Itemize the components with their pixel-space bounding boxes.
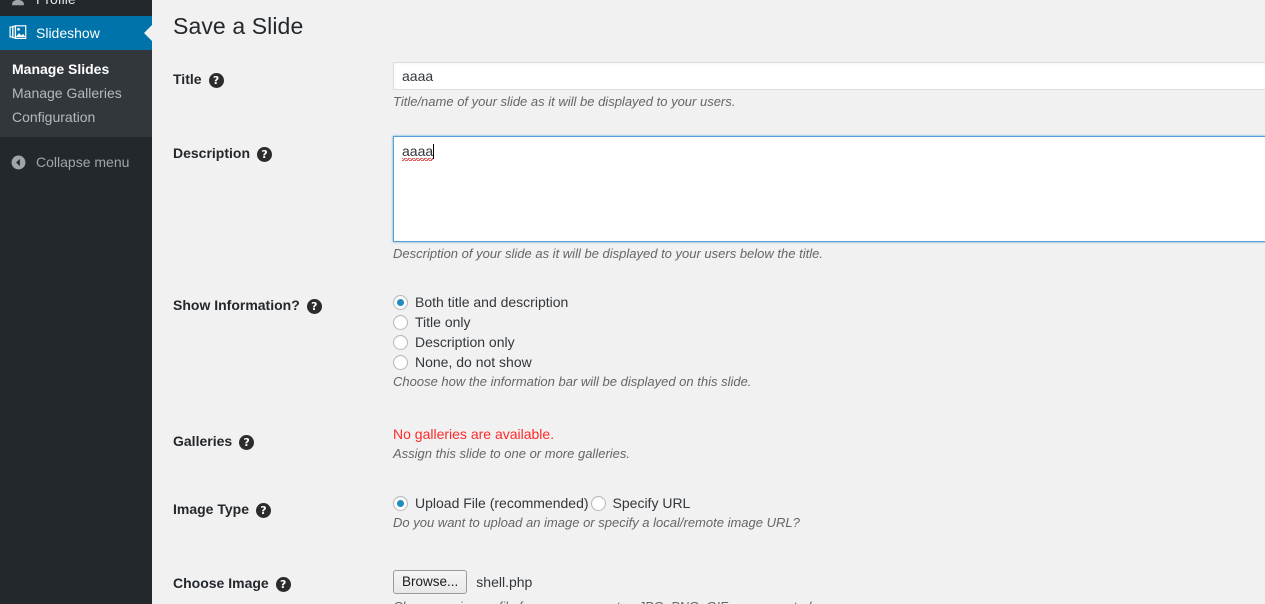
selected-file-name: shell.php [476, 574, 533, 590]
choose-image-description: Choose an image file from your computer.… [393, 598, 815, 604]
radio-specify-url-label: Specify URL [612, 495, 691, 511]
description-field-wrap: aaaa Description of your slide as it wil… [393, 136, 1265, 262]
title-description: Title/name of your slide as it will be d… [393, 94, 736, 109]
galleries-label-text: Galleries [173, 433, 233, 449]
help-icon[interactable]: ? [257, 146, 273, 162]
show-information-label: Show Information? ? [173, 296, 388, 314]
title-input[interactable]: aaaa [393, 62, 1265, 90]
collapse-menu-label: Collapse menu [36, 154, 130, 170]
page-title: Save a Slide [173, 13, 304, 39]
radio-none-input[interactable] [393, 354, 408, 370]
galleries-label: Galleries ? [173, 432, 388, 450]
sidebar-subitem-configuration[interactable]: Configuration [0, 105, 152, 129]
radio-none-label: None, do not show [415, 354, 532, 370]
description-textarea[interactable]: aaaa [393, 136, 1265, 242]
sidebar-item-profile[interactable]: Profile [0, 0, 152, 16]
radio-option-both[interactable]: Both title and description [393, 292, 751, 312]
image-type-options: Upload File (recommended) Specify URL Do… [393, 493, 800, 531]
help-icon[interactable]: ? [256, 502, 271, 518]
title-field-wrap: aaaa Title/name of your slide as it will… [393, 62, 1265, 110]
image-type-radio-group: Upload File (recommended) Specify URL [393, 493, 800, 513]
file-input-row[interactable]: Browse... shell.php [393, 570, 815, 594]
images-icon [0, 24, 36, 42]
help-icon[interactable]: ? [239, 434, 255, 450]
description-textarea-value: aaaa [402, 142, 435, 161]
radio-title-only-label: Title only [415, 314, 471, 330]
sidebar-submenu-slideshow: Manage Slides Manage Galleries Configura… [0, 50, 152, 137]
admin-sidebar: Dashboard Profile Slideshow [0, 0, 152, 604]
radio-both-input[interactable] [393, 294, 408, 310]
radio-upload-file-input[interactable] [393, 495, 408, 511]
galleries-error-message: No galleries are available. [393, 426, 555, 442]
galleries-field-wrap: No galleries are available. Assign this … [393, 425, 630, 462]
radio-option-description-only[interactable]: Description only [393, 332, 751, 352]
choose-image-label-text: Choose Image [173, 575, 269, 591]
choose-image-field-wrap: Browse... shell.php Choose an image file… [393, 570, 815, 604]
show-information-label-text: Show Information? [173, 297, 300, 313]
title-label-text: Title [173, 71, 202, 87]
radio-option-none[interactable]: None, do not show [393, 352, 751, 372]
description-label: Description ? [173, 144, 388, 162]
text-caret [433, 144, 435, 159]
sidebar-item-label: Slideshow [36, 25, 100, 41]
radio-option-specify-url[interactable]: Specify URL [590, 493, 691, 513]
sidebar-item-slideshow[interactable]: Slideshow [0, 16, 152, 50]
browse-button[interactable]: Browse... [393, 570, 468, 594]
radio-option-upload-file[interactable]: Upload File (recommended) [393, 493, 589, 513]
collapse-menu-button[interactable]: Collapse menu [0, 145, 152, 179]
user-icon [0, 0, 36, 8]
image-type-label: Image Type ? [173, 500, 388, 518]
sidebar-subitem-manage-slides[interactable]: Manage Slides [0, 57, 152, 81]
choose-image-label: Choose Image ? [173, 574, 388, 592]
radio-title-only-input[interactable] [393, 314, 408, 330]
admin-page: Dashboard Profile Slideshow [0, 0, 1265, 604]
main-content: Save a Slide Title ? aaaa Title/name of … [152, 0, 1265, 604]
misspelled-word: aaaa [402, 143, 434, 161]
title-input-value: aaaa [402, 68, 434, 84]
help-icon[interactable]: ? [275, 576, 291, 592]
radio-option-title-only[interactable]: Title only [393, 312, 751, 332]
description-label-text: Description [173, 145, 251, 161]
help-icon[interactable]: ? [306, 298, 322, 314]
sidebar-item-label: Profile [36, 0, 76, 8]
radio-specify-url-input[interactable] [590, 495, 606, 511]
radio-upload-file-label: Upload File (recommended) [415, 495, 589, 511]
show-information-options: Both title and description Title only De… [393, 292, 751, 390]
radio-description-only-label: Description only [415, 334, 515, 350]
image-type-label-text: Image Type [173, 501, 249, 517]
collapse-arrow-icon [0, 154, 36, 171]
show-information-description: Choose how the information bar will be d… [393, 374, 752, 389]
title-label: Title ? [173, 70, 388, 88]
sidebar-subitem-manage-galleries[interactable]: Manage Galleries [0, 81, 152, 105]
help-icon[interactable]: ? [208, 72, 224, 88]
radio-description-only-input[interactable] [393, 334, 408, 350]
description-description: Description of your slide as it will be … [393, 246, 823, 261]
galleries-description: Assign this slide to one or more galleri… [393, 446, 631, 461]
active-menu-pointer [144, 25, 152, 41]
radio-both-label: Both title and description [415, 294, 569, 310]
image-type-description: Do you want to upload an image or specif… [393, 515, 800, 530]
